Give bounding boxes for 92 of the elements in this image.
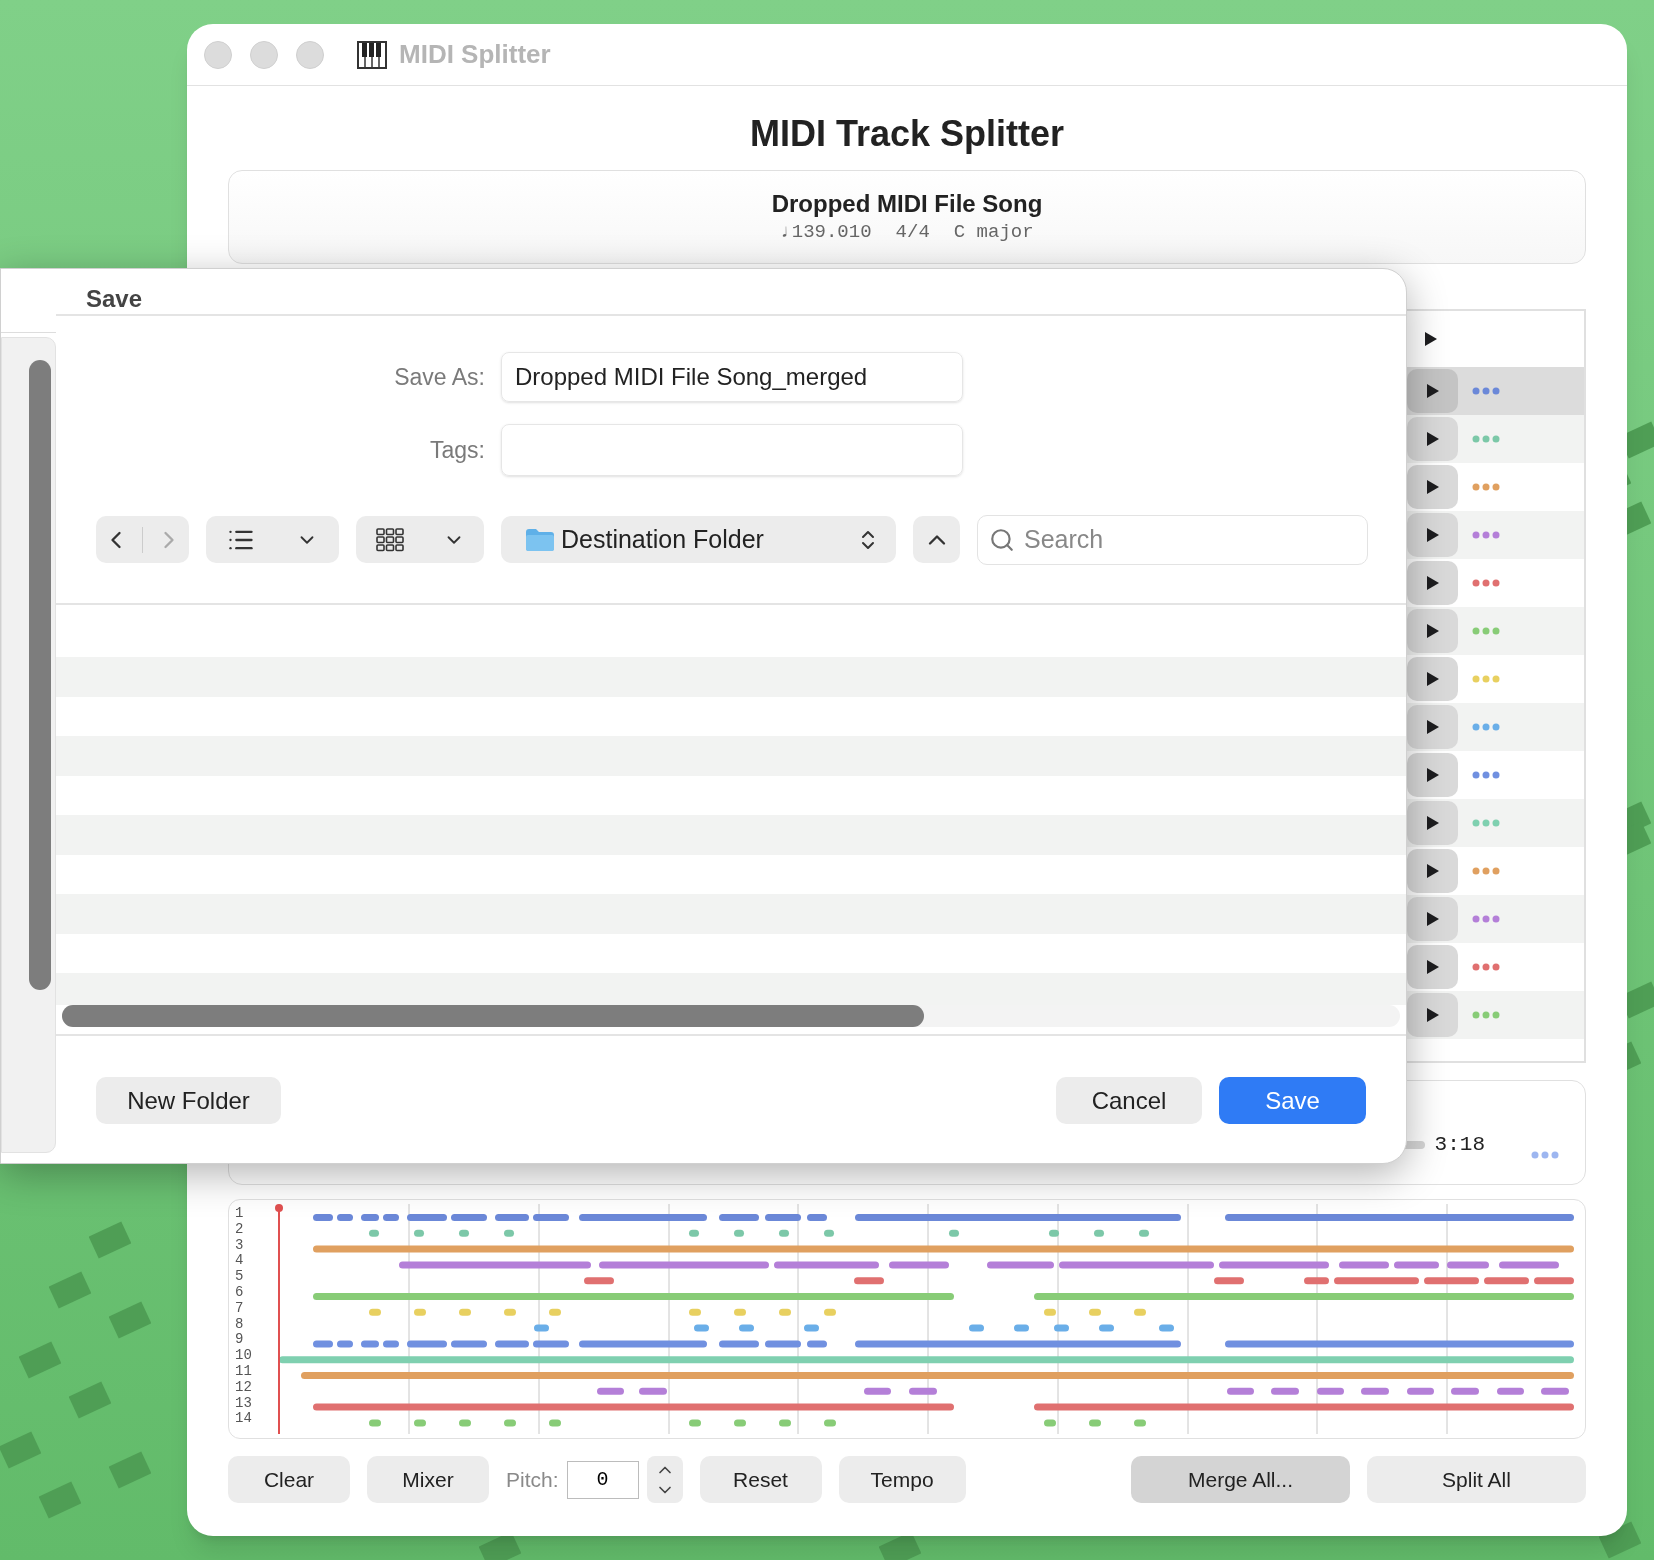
track-number: 9 [235,1332,245,1349]
filename-field[interactable]: Dropped MIDI File Song_merged [501,352,963,402]
play-button[interactable] [1407,705,1458,749]
piano-icon [357,40,387,69]
play-button[interactable] [1407,801,1458,845]
duration-label: 3:18 [1434,1131,1485,1158]
play-button[interactable] [1407,849,1458,893]
play-icon [1425,815,1440,831]
more-icon[interactable] [1472,867,1500,875]
track-number: 1 [235,1206,245,1222]
new-folder-button[interactable]: New Folder [96,1077,281,1124]
track-number: 6 [235,1285,245,1301]
location-popup[interactable]: Destination Folder [501,516,896,563]
play-button[interactable] [1407,561,1458,605]
pitch-field[interactable]: 0 [566,1460,639,1499]
track-number: 2 [235,1221,245,1238]
toolbar-button[interactable]: Merge All... [1131,1456,1350,1503]
play-icon [1425,527,1440,543]
search-icon [989,526,1015,553]
track-number: 13 [235,1395,253,1412]
play-button[interactable] [1407,753,1458,797]
pitch-stepper[interactable] [646,1456,683,1503]
more-icon[interactable] [1472,723,1500,731]
scrollbar-thumb[interactable] [62,1005,924,1027]
track-number: 12 [235,1379,253,1396]
grid-view-button[interactable] [356,516,484,563]
track-number: 8 [235,1316,245,1333]
more-icon[interactable] [1531,1150,1559,1159]
more-icon[interactable] [1472,627,1500,635]
play-button[interactable] [1407,945,1458,989]
play-button[interactable] [1407,417,1458,461]
app-heading: MIDI Track Splitter [748,112,1066,156]
play-icon [1425,479,1440,495]
tempo-label: ♩139.010 [780,220,872,245]
search-field[interactable]: Search [977,514,1368,565]
play-icon [1425,1007,1440,1023]
play-icon [1425,911,1440,927]
tags-field[interactable] [501,424,963,476]
toolbar-button[interactable]: Clear [228,1456,350,1503]
track-number: 5 [235,1269,245,1285]
play-all-icon [1424,331,1438,347]
key-label: C major [953,220,1034,245]
enclosing-folder-button[interactable] [913,516,960,563]
play-icon [1425,431,1440,447]
dialog-title: Save [86,284,143,314]
play-button[interactable] [1407,513,1458,557]
grid-icon [375,527,404,552]
play-button[interactable] [1407,993,1458,1037]
more-icon[interactable] [1472,483,1500,491]
play-icon [1425,575,1440,591]
play-icon [1425,383,1440,399]
list-view-button[interactable] [206,516,339,563]
more-icon[interactable] [1472,915,1500,923]
more-icon[interactable] [1472,1011,1500,1019]
toolbar-button[interactable]: Reset [699,1456,822,1503]
track-number: 7 [235,1300,245,1317]
play-button[interactable] [1407,609,1458,653]
track-number: 4 [235,1253,245,1270]
toolbar-button[interactable]: Tempo [838,1456,966,1503]
play-icon [1425,863,1440,879]
play-icon [1425,671,1440,687]
cancel-button[interactable]: Cancel [1056,1077,1202,1124]
play-button[interactable] [1407,465,1458,509]
more-icon[interactable] [1472,435,1500,443]
more-icon[interactable] [1472,771,1500,779]
more-icon[interactable] [1472,531,1500,539]
scrollbar-thumb[interactable] [29,360,51,990]
play-icon [1425,623,1440,639]
play-button[interactable] [1407,657,1458,701]
toolbar-button[interactable]: Split All [1367,1456,1586,1503]
track-number: 3 [235,1237,245,1254]
pitch-label: Pitch: [506,1466,559,1493]
folder-icon [525,527,555,552]
play-button[interactable] [1407,897,1458,941]
track-number: 14 [235,1411,253,1428]
track-number: 10 [235,1348,253,1364]
more-icon[interactable] [1472,819,1500,827]
track-number: 11 [235,1363,253,1380]
window-title: MIDI Splitter [399,38,551,71]
play-icon [1425,767,1440,783]
more-icon[interactable] [1472,579,1500,587]
more-icon[interactable] [1472,963,1500,971]
save-as-label: Save As: [393,362,485,392]
play-icon [1425,959,1440,975]
time-signature-label: 4/4 [895,220,930,245]
more-icon[interactable] [1472,387,1500,395]
play-button[interactable] [1407,369,1458,413]
play-icon [1425,719,1440,735]
save-button[interactable]: Save [1219,1077,1366,1124]
tags-label: Tags: [429,435,485,465]
song-title: Dropped MIDI File Song [771,189,1043,219]
toolbar-button[interactable]: Mixer [367,1456,489,1503]
